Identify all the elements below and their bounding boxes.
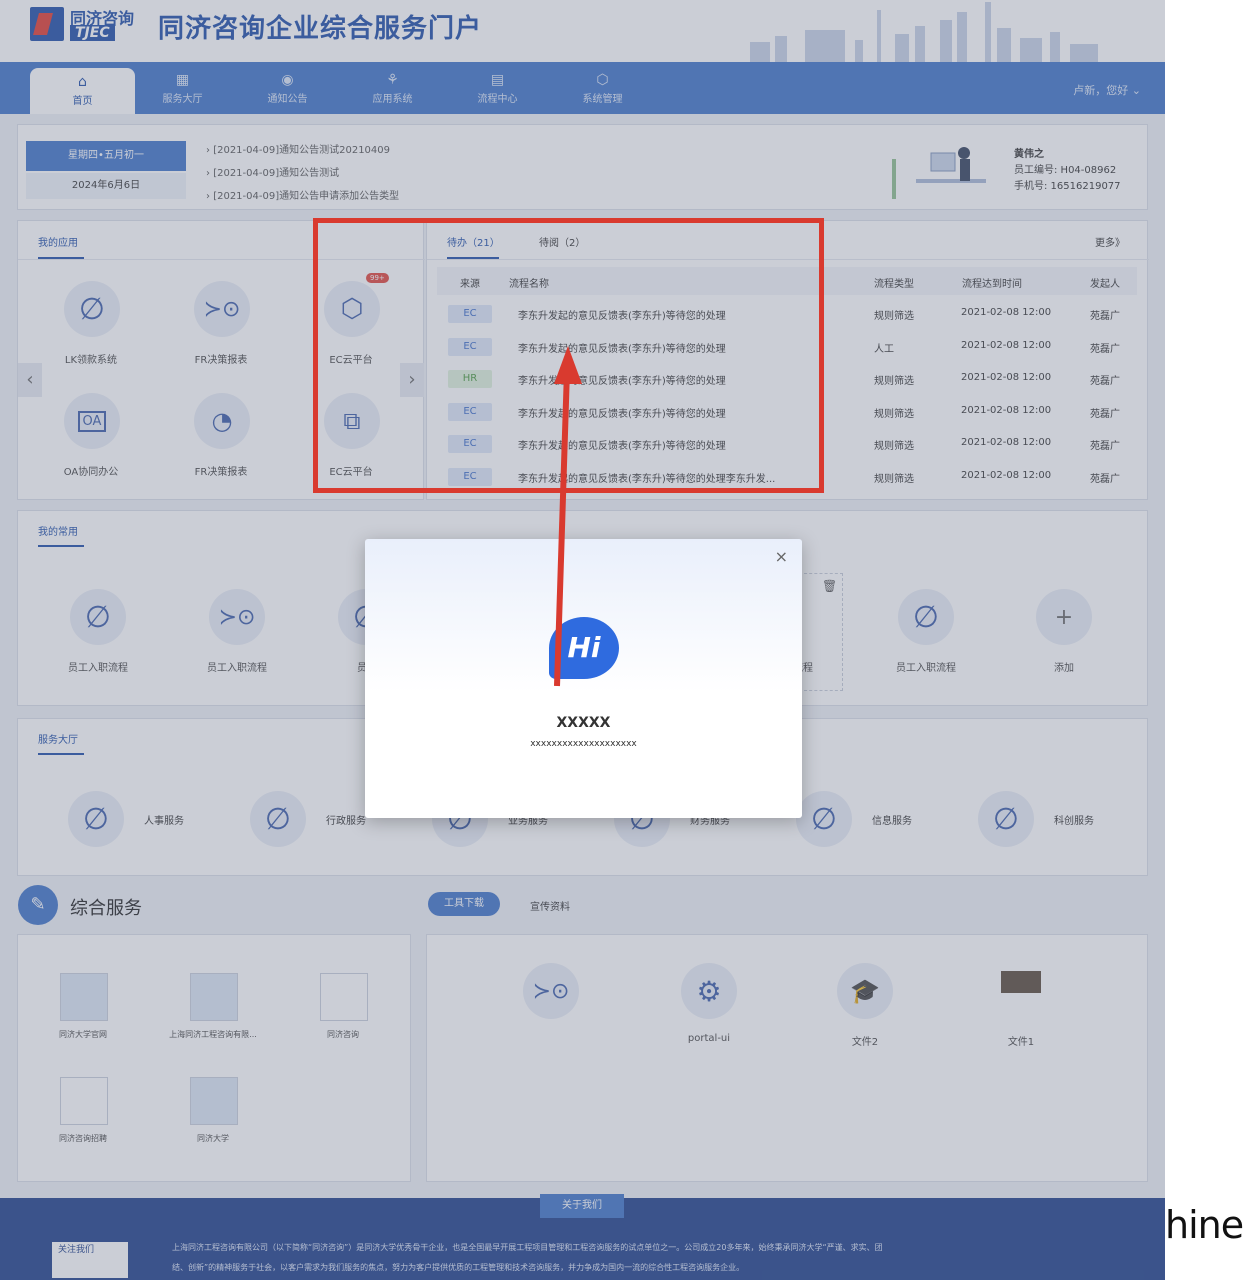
edge-text: hine xyxy=(1165,1203,1244,1247)
annotation-arrow-icon xyxy=(554,346,582,687)
modal-subtitle: xxxxxxxxxxxxxxxxxxxx xyxy=(530,739,637,749)
modal-title: XXXXX xyxy=(556,715,611,731)
close-icon[interactable]: × xyxy=(775,547,788,566)
portal-page: 同济咨询 TJEC 同济咨询企业综合服务门户 ⌂ 首页 ▦ 服务大厅 ◉ 通知公告 ⚘… xyxy=(0,0,1165,1280)
